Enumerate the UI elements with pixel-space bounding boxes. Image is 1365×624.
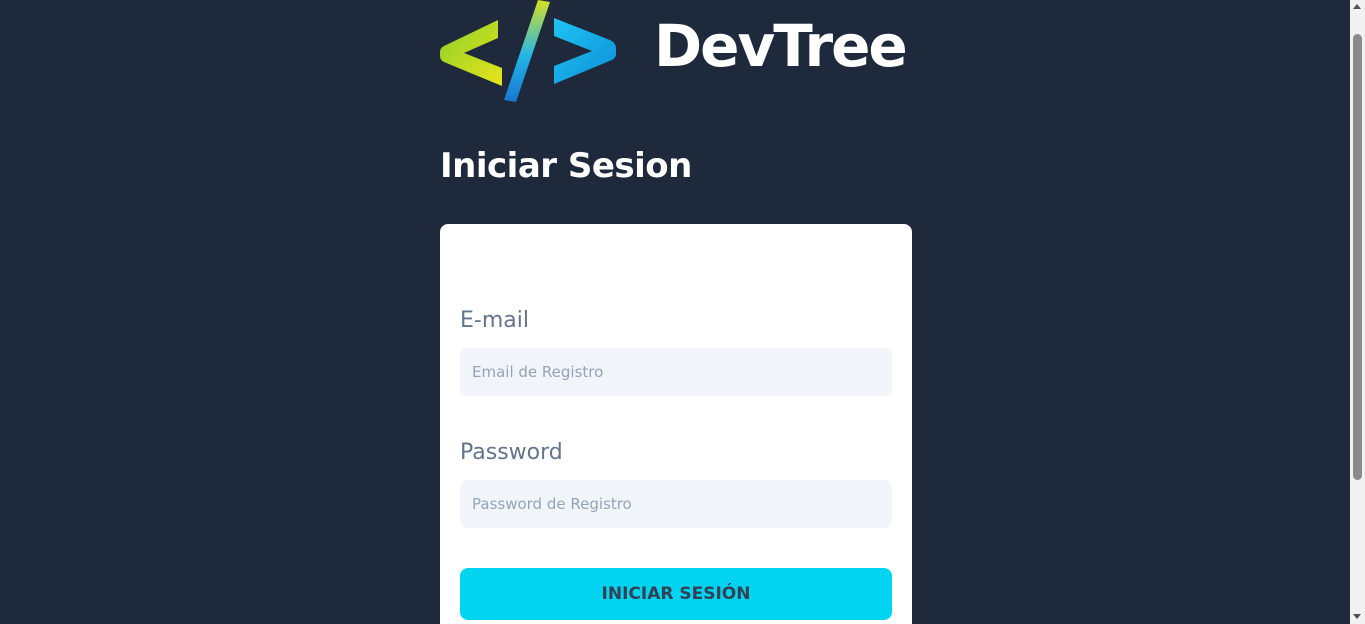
email-label: E-mail bbox=[460, 308, 529, 333]
scroll-up-icon[interactable] bbox=[1353, 4, 1361, 9]
login-page: DevTree Iniciar Sesion E-mail Password I… bbox=[0, 0, 1365, 624]
devtree-logo[interactable]: DevTree bbox=[440, 0, 912, 105]
page-title: Iniciar Sesion bbox=[440, 146, 692, 186]
password-label: Password bbox=[460, 440, 563, 465]
brand-name: DevTree bbox=[654, 12, 908, 80]
scroll-down-icon[interactable] bbox=[1353, 614, 1361, 619]
login-form: E-mail Password INICIAR SESIÓN bbox=[440, 224, 912, 624]
scroll-thumb[interactable] bbox=[1353, 34, 1362, 480]
password-input[interactable] bbox=[460, 480, 892, 528]
vertical-scrollbar[interactable] bbox=[1350, 0, 1365, 624]
email-input[interactable] bbox=[460, 348, 892, 396]
login-button[interactable]: INICIAR SESIÓN bbox=[460, 568, 892, 620]
code-brackets-icon bbox=[440, 0, 616, 102]
